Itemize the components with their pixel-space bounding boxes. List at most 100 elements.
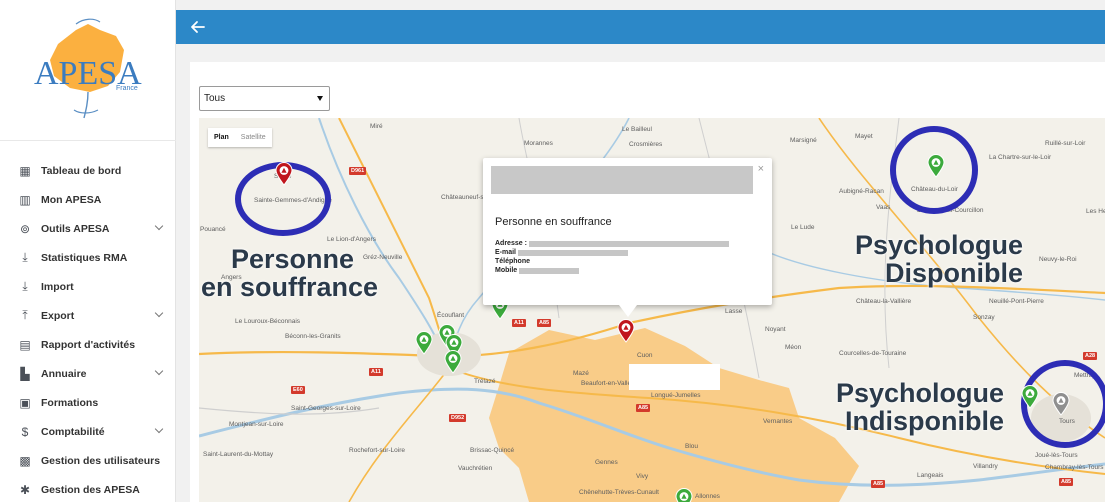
green-marker-icon[interactable] bbox=[675, 488, 693, 502]
sidebar-nav: ▦ Tableau de bord ▥ Mon APESA ⊚ Outils APESA ⤓… bbox=[0, 156, 176, 502]
place-label: Lasse bbox=[725, 308, 743, 315]
sidebar-item-comptabilit[interactable]: $ Comptabilité bbox=[0, 417, 176, 446]
logo-sub: France bbox=[116, 85, 138, 92]
apesa-logo[interactable]: APESA France bbox=[28, 14, 148, 122]
sidebar-item-label: Mon APESA bbox=[41, 193, 102, 206]
redacted-value-bar bbox=[518, 249, 629, 256]
back-arrow-icon[interactable] bbox=[188, 17, 208, 37]
place-label: Brissac-Quincé bbox=[470, 447, 515, 454]
place-label: Longué-Jumelles bbox=[651, 392, 701, 399]
close-icon[interactable]: × bbox=[758, 164, 764, 175]
place-label: Écouflant bbox=[437, 312, 465, 319]
unavailable-label-line-2: Indisponible bbox=[845, 405, 1005, 436]
top-bar bbox=[176, 10, 1105, 44]
place-label: Le Lion-d'Angers bbox=[327, 236, 376, 243]
settings-icon: ✱ bbox=[19, 482, 31, 497]
sidebar-item-gestion-des-apesa[interactable]: ✱ Gestion des APESA bbox=[0, 475, 176, 502]
person-label-line-1: Personne bbox=[231, 244, 355, 274]
sidebar-item-mon-apesa[interactable]: ▥ Mon APESA bbox=[0, 185, 176, 214]
sidebar-item-tableau-de-bord[interactable]: ▦ Tableau de bord bbox=[0, 156, 176, 185]
place-label: Béconn-les-Granits bbox=[285, 333, 341, 340]
place-label: Neuvy-le-Roi bbox=[1039, 256, 1077, 263]
place-label: Les Hermites bbox=[1086, 208, 1105, 215]
sidebar-item-label: Rapport d'activités bbox=[41, 338, 136, 351]
sidebar-item-rapport-d-activit-s[interactable]: ▤ Rapport d'activités bbox=[0, 330, 176, 359]
sidebar-item-label: Gestion des utilisateurs bbox=[41, 454, 161, 467]
place-label: Le Bailleul bbox=[622, 126, 652, 133]
place-label: Sonzay bbox=[973, 314, 995, 321]
map-type-toggle: Plan Satellite bbox=[208, 128, 272, 147]
sidebar-item-import[interactable]: ⤓ Import bbox=[0, 272, 176, 301]
popup-field-row: E-mail bbox=[495, 248, 755, 257]
grey-marker-icon[interactable] bbox=[1052, 392, 1070, 416]
place-label: Chênehutte-Trèves-Cunault bbox=[579, 489, 659, 496]
sidebar-item-label: Outils APESA bbox=[41, 222, 110, 235]
sidebar-item-label: Export bbox=[41, 309, 75, 322]
road-sign: A85 bbox=[636, 404, 651, 412]
chevron-down-icon bbox=[154, 424, 164, 434]
place-label: Neuillé-Pont-Pierre bbox=[989, 298, 1044, 305]
place-label: Pouancé bbox=[200, 226, 226, 233]
redacted-value-bar bbox=[528, 240, 729, 247]
popup-field-row: Mobile bbox=[495, 266, 755, 275]
caret-down-icon bbox=[317, 96, 323, 101]
chevron-down-icon bbox=[154, 221, 164, 231]
road-sign: D952 bbox=[449, 414, 467, 422]
sidebar-item-statistiques-rma[interactable]: ⤓ Statistiques RMA bbox=[0, 243, 176, 272]
road-sign: A85 bbox=[871, 480, 886, 488]
green-marker-icon[interactable] bbox=[415, 331, 433, 355]
chevron-down-icon bbox=[154, 366, 164, 376]
place-label: Rochefort-sur-Loire bbox=[349, 447, 405, 454]
download-icon: ⤓ bbox=[22, 250, 28, 264]
green-marker-icon[interactable] bbox=[444, 350, 462, 374]
place-label: Trélazé bbox=[474, 378, 496, 385]
place-label: Morannes bbox=[524, 140, 553, 147]
road-sign: A85 bbox=[537, 319, 552, 327]
person-in-distress-label: Personne en souffrance bbox=[201, 244, 378, 301]
sidebar-item-label: Gestion des APESA bbox=[41, 483, 140, 496]
sidebar-item-label: Comptabilité bbox=[41, 425, 105, 438]
green-marker-icon[interactable] bbox=[1021, 385, 1039, 409]
popup-field-key: Téléphone bbox=[495, 258, 531, 265]
sidebar-item-export[interactable]: ⤒ Export bbox=[0, 301, 176, 330]
place-label: Aubigné-Racan bbox=[839, 188, 884, 195]
sidebar-item-formations[interactable]: ▣ Formations bbox=[0, 388, 176, 417]
popup-fields: Adresse : E-mail Téléphone Mobile bbox=[495, 239, 755, 275]
tools-icon: ⊚ bbox=[19, 221, 31, 236]
export-icon: ⤒ bbox=[22, 308, 28, 322]
users-icon: ▩ bbox=[19, 453, 31, 468]
import-icon: ⤓ bbox=[22, 279, 28, 293]
available-label-line-2: Disponible bbox=[885, 257, 1024, 288]
place-label: Mazé bbox=[573, 370, 589, 377]
place-label: Joué-lès-Tours bbox=[1035, 452, 1078, 459]
status-filter-select[interactable]: Tous bbox=[199, 86, 330, 111]
place-label: Miré bbox=[370, 123, 383, 130]
place-label: Le Louroux-Béconnais bbox=[235, 318, 301, 325]
training-icon: ▣ bbox=[19, 395, 31, 410]
place-label: Mayet bbox=[855, 133, 873, 140]
unavailable-label-line-1: Psychologue bbox=[836, 378, 1005, 408]
redacted-value-bar bbox=[519, 267, 580, 274]
place-label: La Chartre-sur-le-Loir bbox=[989, 154, 1052, 161]
popup-field-row: Adresse : bbox=[495, 239, 755, 248]
place-label: Vaas bbox=[876, 204, 891, 211]
map-type-plan[interactable]: Plan bbox=[208, 134, 235, 141]
place-label: Chambray-lès-Tours bbox=[1045, 464, 1104, 471]
building-icon: ▥ bbox=[19, 192, 31, 207]
dashboard-icon: ▦ bbox=[19, 163, 31, 178]
place-label: Noyant bbox=[765, 326, 786, 333]
sidebar-item-annuaire[interactable]: ▙ Annuaire bbox=[0, 359, 176, 388]
map-type-satellite[interactable]: Satellite bbox=[235, 134, 272, 141]
sidebar-item-gestion-des-utilisateurs[interactable]: ▩ Gestion des utilisateurs bbox=[0, 446, 176, 475]
sidebar-item-outils-apesa[interactable]: ⊚ Outils APESA bbox=[0, 214, 176, 243]
logo-divider bbox=[0, 140, 176, 141]
green-marker-icon[interactable] bbox=[927, 154, 945, 178]
red-marker-icon[interactable] bbox=[617, 319, 635, 343]
report-icon: ▤ bbox=[19, 337, 31, 352]
road-sign: D961 bbox=[349, 167, 367, 175]
place-label: Blou bbox=[685, 443, 699, 450]
popup-field-key: E-mail bbox=[495, 249, 517, 256]
red-marker-icon[interactable] bbox=[275, 162, 293, 186]
road-sign: A85 bbox=[1059, 478, 1074, 486]
place-label: Château-la-Vallière bbox=[856, 298, 912, 305]
